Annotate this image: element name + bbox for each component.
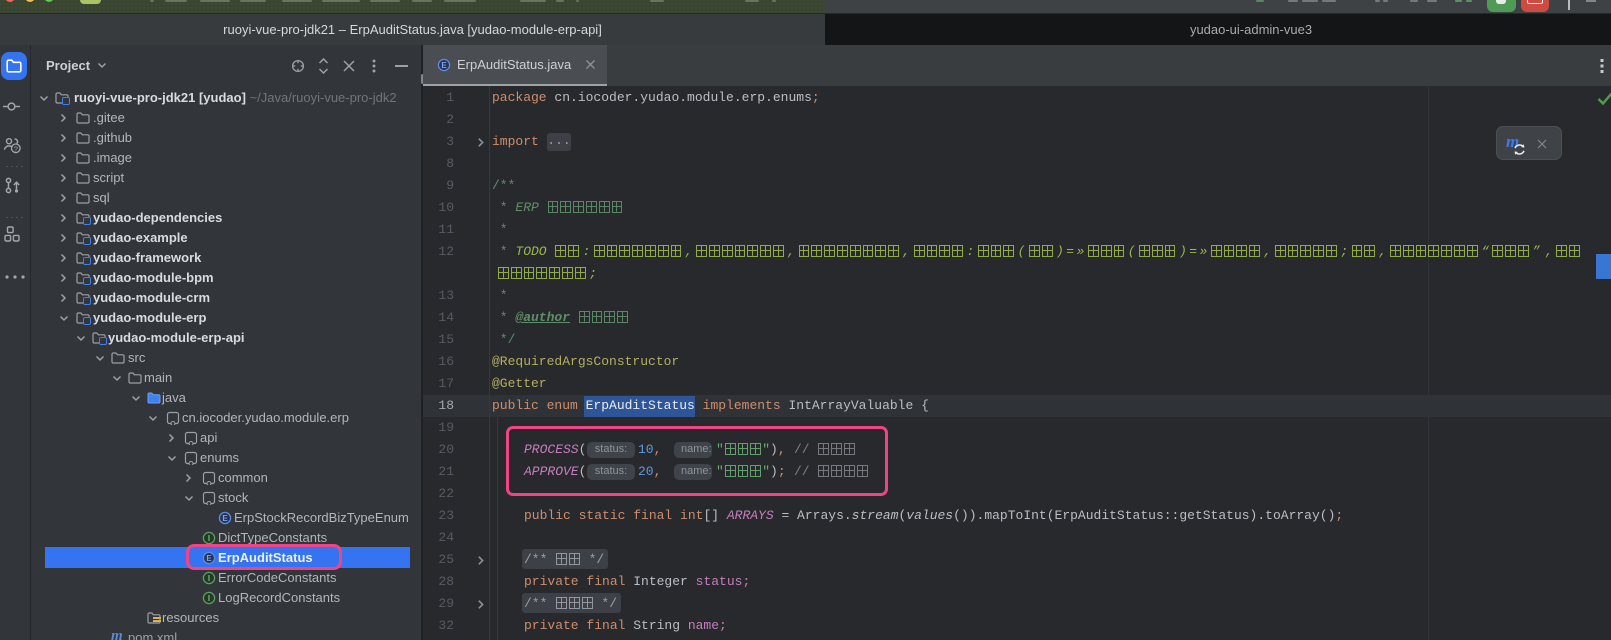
- svg-text:I: I: [208, 574, 210, 583]
- svg-text:E: E: [441, 61, 447, 70]
- svg-text:E: E: [222, 514, 228, 523]
- svg-text:I: I: [208, 534, 210, 543]
- svg-text:I: I: [208, 594, 210, 603]
